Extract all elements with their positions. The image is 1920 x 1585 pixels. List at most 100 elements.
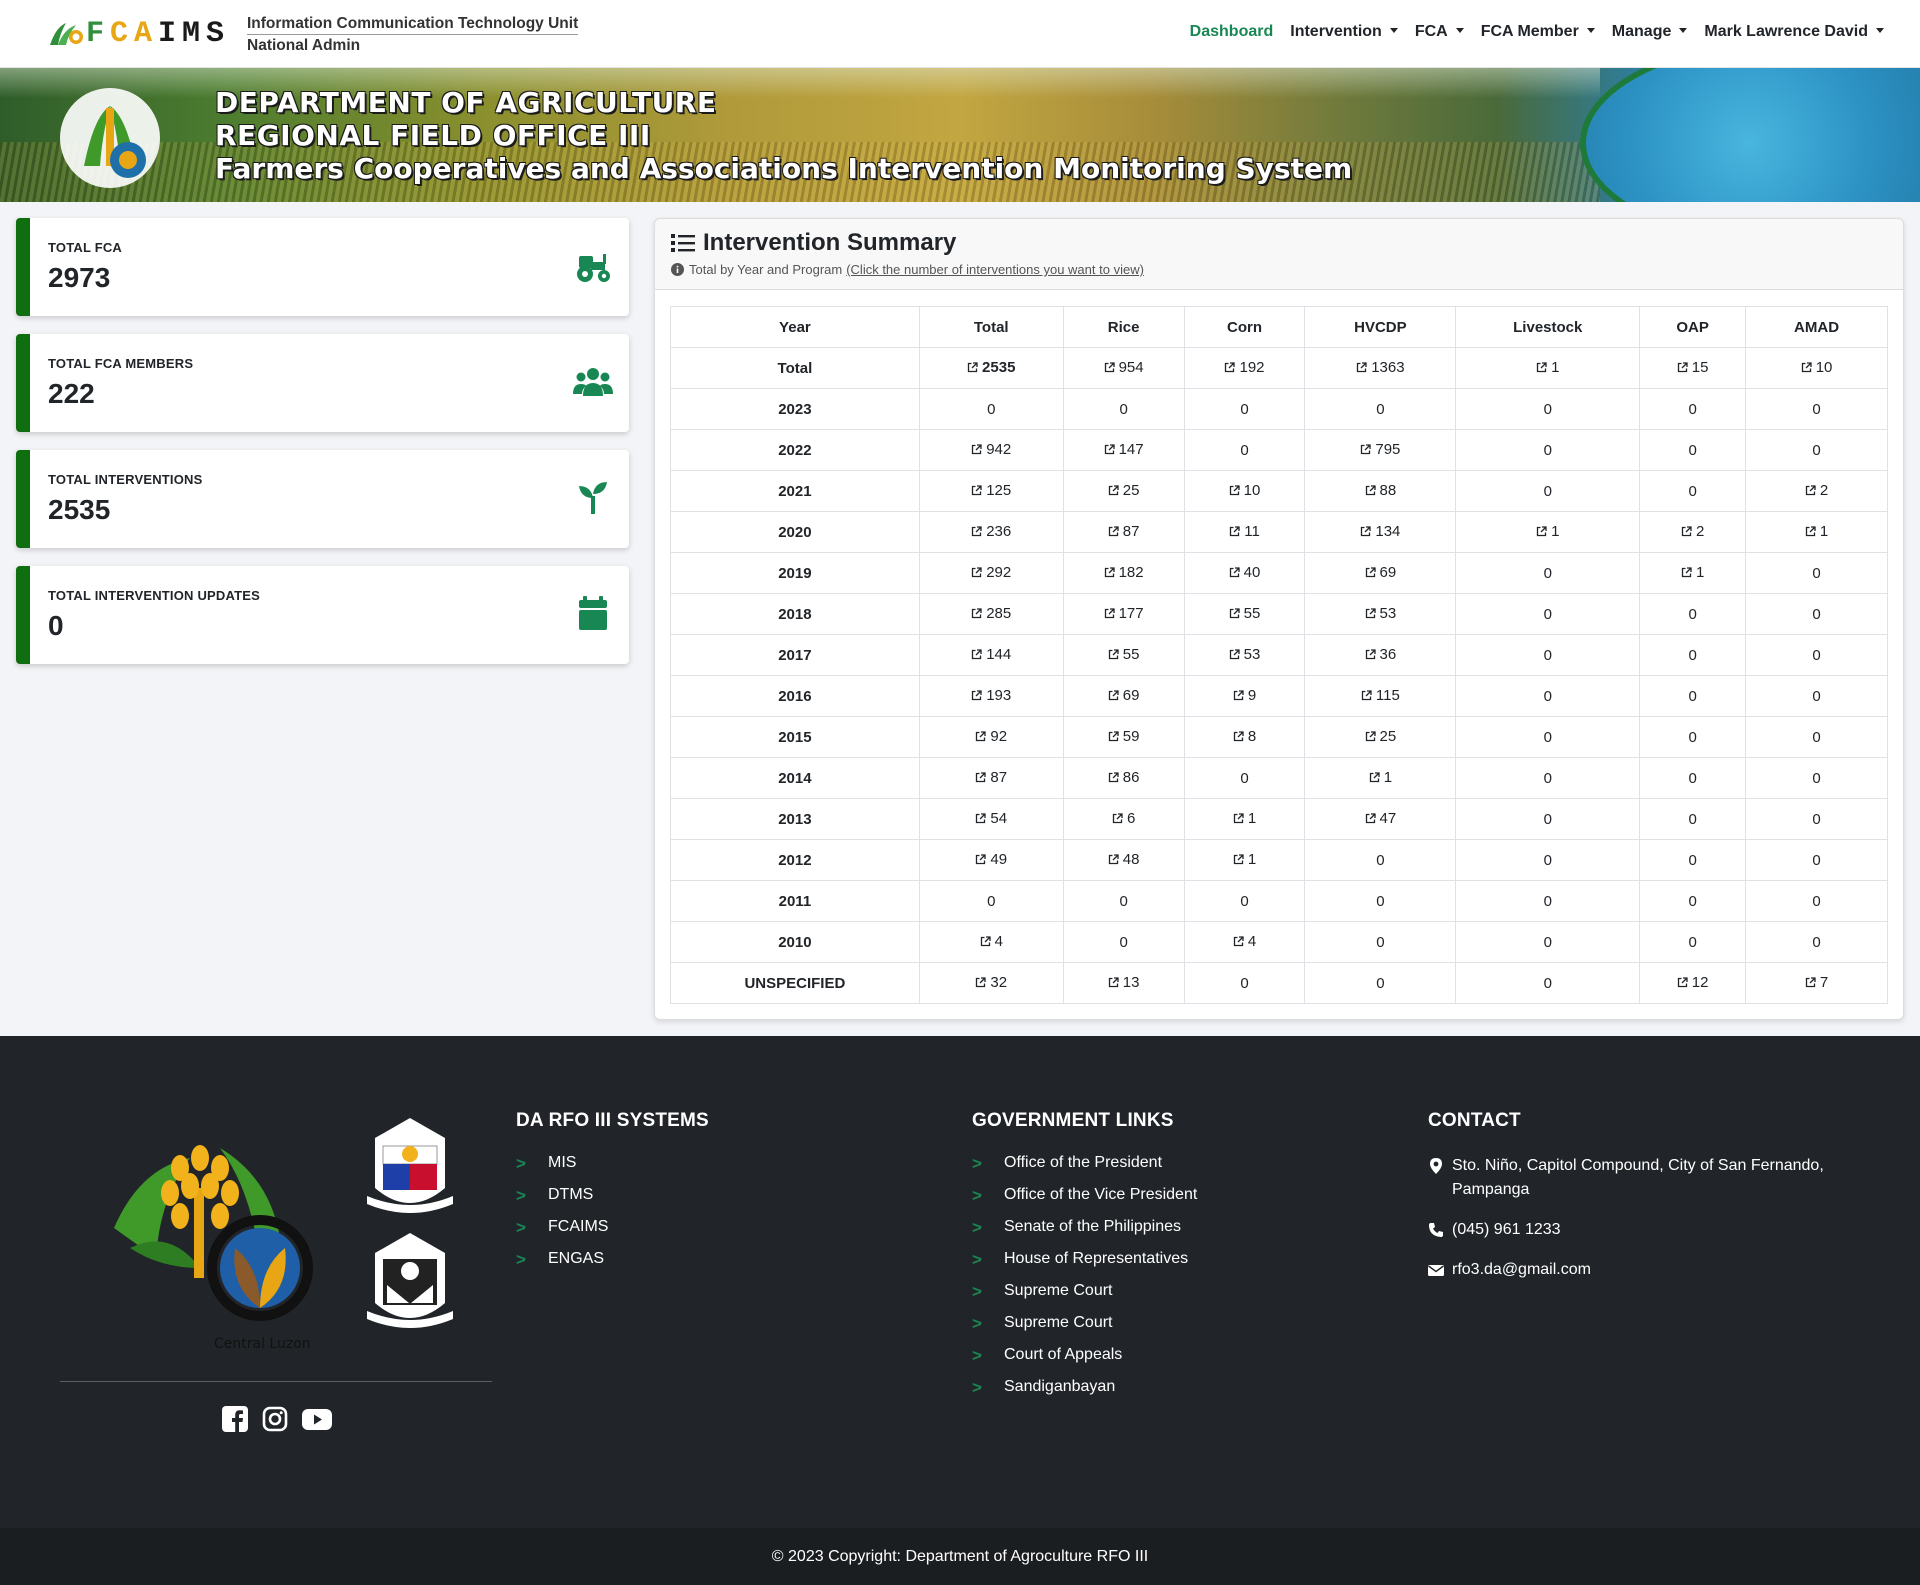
intervention-count-link[interactable]: 9 <box>1233 687 1256 704</box>
count-cell[interactable]: 6 <box>1062 798 1185 840</box>
nav-fca-member-dropdown[interactable]: FCA Member <box>1481 23 1595 41</box>
gov-link[interactable]: > House of Representatives <box>972 1250 1197 1282</box>
count-cell[interactable]: 2 <box>1745 470 1888 512</box>
intervention-count-link[interactable]: 134 <box>1360 523 1400 540</box>
intervention-count-link[interactable]: 48 <box>1108 851 1139 868</box>
count-cell[interactable]: 2535 <box>918 347 1064 389</box>
intervention-count-link[interactable]: 47 <box>1365 810 1396 827</box>
intervention-count-link[interactable]: 69 <box>1365 564 1396 581</box>
intervention-count-link[interactable]: 1 <box>1805 523 1828 540</box>
intervention-count-link[interactable]: 8 <box>1233 728 1256 745</box>
intervention-count-link[interactable]: 88 <box>1365 482 1396 499</box>
count-cell[interactable]: 144 <box>918 634 1064 676</box>
count-cell[interactable]: 53 <box>1304 593 1457 635</box>
count-cell[interactable]: 942 <box>918 429 1064 471</box>
count-cell[interactable]: 55 <box>1183 593 1306 635</box>
count-cell[interactable]: 7 <box>1745 962 1888 1004</box>
intervention-count-link[interactable]: 11 <box>1229 523 1260 540</box>
count-cell[interactable]: 8 <box>1183 716 1306 758</box>
intervention-count-link[interactable]: 92 <box>975 728 1007 745</box>
count-cell[interactable]: 88 <box>1304 470 1457 512</box>
count-cell[interactable]: 86 <box>1062 757 1185 799</box>
intervention-count-link[interactable]: 12 <box>1677 974 1708 991</box>
intervention-count-link[interactable]: 182 <box>1104 564 1144 581</box>
intervention-count-link[interactable]: 25 <box>1108 482 1139 499</box>
count-cell[interactable]: 15 <box>1639 347 1747 389</box>
count-cell[interactable]: 55 <box>1062 634 1185 676</box>
count-cell[interactable]: 115 <box>1304 675 1457 717</box>
gov-link[interactable]: > Office of the President <box>972 1154 1197 1186</box>
count-cell[interactable]: 36 <box>1304 634 1457 676</box>
gov-link[interactable]: > Senate of the Philippines <box>972 1218 1197 1250</box>
count-cell[interactable]: 1 <box>1304 757 1457 799</box>
count-cell[interactable]: 1 <box>1183 839 1306 881</box>
intervention-count-link[interactable]: 942 <box>971 441 1011 458</box>
nav-intervention-dropdown[interactable]: Intervention <box>1290 23 1398 41</box>
count-cell[interactable]: 54 <box>918 798 1064 840</box>
count-cell[interactable]: 11 <box>1183 511 1306 553</box>
intervention-count-link[interactable]: 7 <box>1805 974 1828 991</box>
gov-link[interactable]: > Supreme Court <box>972 1314 1197 1346</box>
count-cell[interactable]: 69 <box>1304 552 1457 594</box>
intervention-count-link[interactable]: 6 <box>1112 810 1135 827</box>
intervention-count-link[interactable]: 193 <box>971 687 1011 704</box>
nav-user-dropdown[interactable]: Mark Lawrence David <box>1704 23 1884 41</box>
gov-link[interactable]: > Court of Appeals <box>972 1346 1197 1378</box>
nav-manage-dropdown[interactable]: Manage <box>1612 23 1688 41</box>
system-link[interactable]: > DTMS <box>516 1186 709 1218</box>
count-cell[interactable]: 9 <box>1183 675 1306 717</box>
intervention-count-link[interactable]: 285 <box>971 605 1011 622</box>
count-cell[interactable]: 47 <box>1304 798 1457 840</box>
intervention-count-link[interactable]: 1 <box>1536 359 1559 376</box>
intervention-count-link[interactable]: 32 <box>975 974 1007 991</box>
count-cell[interactable]: 25 <box>1062 470 1185 512</box>
gov-link[interactable]: > Office of the Vice President <box>972 1186 1197 1218</box>
intervention-count-link[interactable]: 87 <box>975 769 1007 786</box>
count-cell[interactable]: 87 <box>918 757 1064 799</box>
count-cell[interactable]: 177 <box>1062 593 1185 635</box>
youtube-icon[interactable] <box>302 1406 332 1432</box>
count-cell[interactable]: 1 <box>1455 511 1641 553</box>
brand-logo-link[interactable]: FCAIMS <box>46 16 230 52</box>
count-cell[interactable]: 1 <box>1455 347 1641 389</box>
intervention-count-link[interactable]: 53 <box>1365 605 1396 622</box>
intervention-count-link[interactable]: 2 <box>1805 482 1828 499</box>
intervention-count-link[interactable]: 15 <box>1677 359 1708 376</box>
intervention-count-link[interactable]: 1 <box>1681 564 1704 581</box>
gov-link[interactable]: > Supreme Court <box>972 1282 1197 1314</box>
count-cell[interactable]: 4 <box>918 921 1064 963</box>
count-cell[interactable]: 1363 <box>1304 347 1457 389</box>
intervention-count-link[interactable]: 4 <box>1233 933 1256 950</box>
intervention-count-link[interactable]: 59 <box>1108 728 1139 745</box>
gov-link[interactable]: > Sandiganbayan <box>972 1378 1197 1410</box>
count-cell[interactable]: 1 <box>1745 511 1888 553</box>
intervention-count-link[interactable]: 53 <box>1229 646 1260 663</box>
count-cell[interactable]: 134 <box>1304 511 1457 553</box>
intervention-count-link[interactable]: 1 <box>1233 810 1256 827</box>
intervention-count-link[interactable]: 147 <box>1104 441 1144 458</box>
count-cell[interactable]: 13 <box>1062 962 1185 1004</box>
system-link[interactable]: > MIS <box>516 1154 709 1186</box>
count-cell[interactable]: 32 <box>918 962 1064 1004</box>
count-cell[interactable]: 10 <box>1745 347 1888 389</box>
intervention-count-link[interactable]: 2535 <box>967 359 1015 376</box>
intervention-count-link[interactable]: 1 <box>1536 523 1559 540</box>
nav-fca-dropdown[interactable]: FCA <box>1415 23 1464 41</box>
count-cell[interactable]: 1 <box>1639 552 1747 594</box>
count-cell[interactable]: 147 <box>1062 429 1185 471</box>
intervention-count-link[interactable]: 13 <box>1108 974 1139 991</box>
intervention-count-link[interactable]: 55 <box>1108 646 1139 663</box>
count-cell[interactable]: 2 <box>1639 511 1747 553</box>
intervention-count-link[interactable]: 54 <box>975 810 1007 827</box>
intervention-count-link[interactable]: 177 <box>1104 605 1144 622</box>
count-cell[interactable]: 285 <box>918 593 1064 635</box>
intervention-count-link[interactable]: 954 <box>1104 359 1144 376</box>
intervention-count-link[interactable]: 795 <box>1360 441 1400 458</box>
intervention-count-link[interactable]: 86 <box>1108 769 1139 786</box>
count-cell[interactable]: 87 <box>1062 511 1185 553</box>
count-cell[interactable]: 795 <box>1304 429 1457 471</box>
intervention-count-link[interactable]: 144 <box>971 646 1011 663</box>
count-cell[interactable]: 92 <box>918 716 1064 758</box>
intervention-count-link[interactable]: 10 <box>1801 359 1832 376</box>
count-cell[interactable]: 10 <box>1183 470 1306 512</box>
